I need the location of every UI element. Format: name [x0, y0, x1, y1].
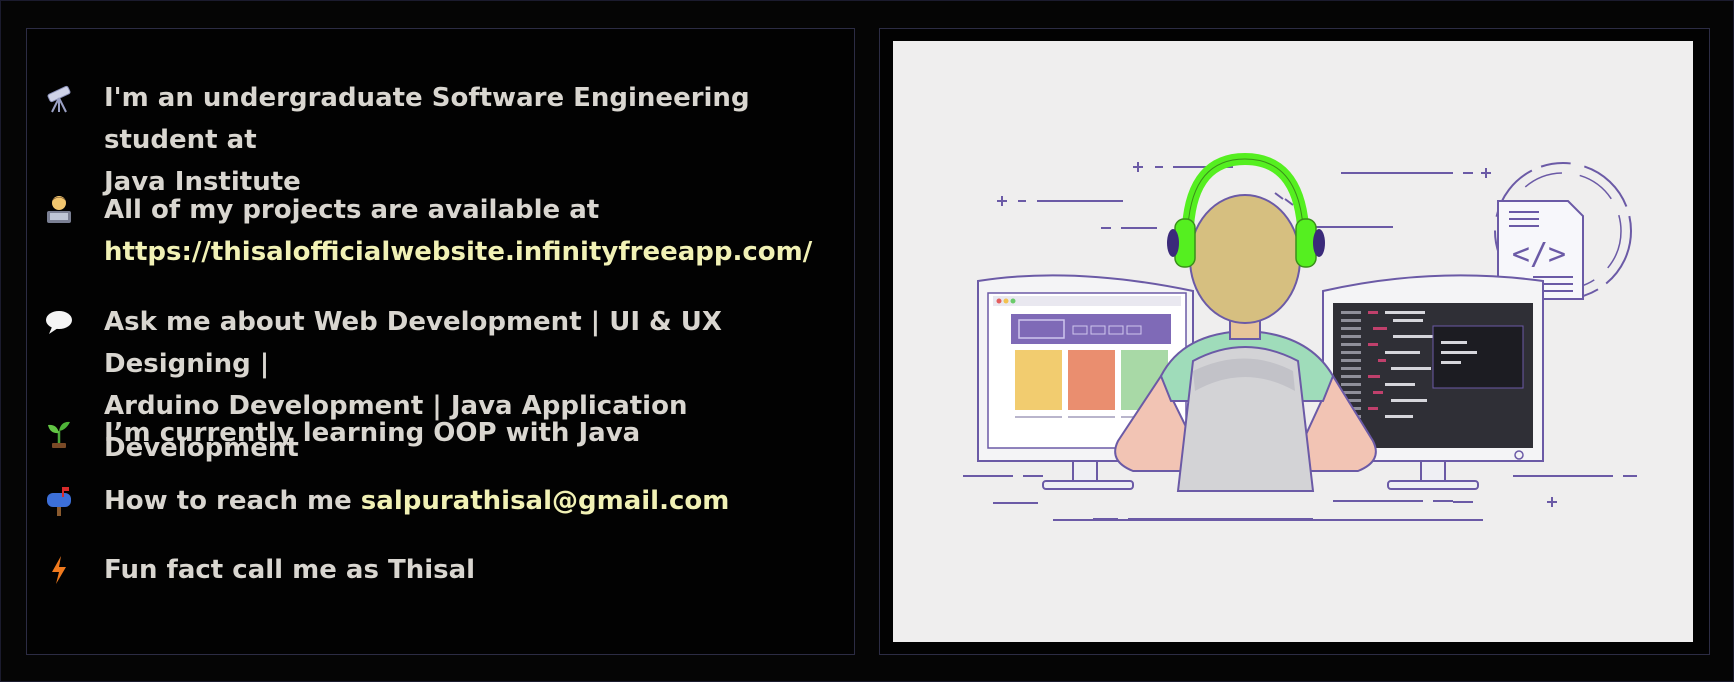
mailbox-icon	[42, 484, 76, 518]
fun-fact-text: Fun fact call me as Thisal	[104, 555, 476, 585]
learning-text: I’m currently learning OOP with Java	[104, 418, 641, 448]
contact-text: How to reach me	[104, 486, 361, 516]
speech-bubble-icon	[42, 305, 76, 339]
developer-illustration: </>	[893, 41, 1693, 642]
list-item-fun-fact: Fun fact call me as Thisal	[27, 549, 854, 591]
ask-me-text-line1: Ask me about Web Development | UI & UX D…	[104, 307, 722, 379]
email-link[interactable]: salpurathisal@gmail.com	[361, 486, 730, 516]
readme-frame: I'm an undergraduate Software Engineerin…	[0, 0, 1734, 682]
education-text-line1: I'm an undergraduate Software Engineerin…	[104, 83, 750, 155]
seedling-icon	[42, 416, 76, 450]
list-item-ask-me: Ask me about Web Development | UI & UX D…	[27, 301, 854, 463]
telescope-icon	[42, 81, 76, 115]
projects-text: All of my projects are available at	[104, 195, 600, 225]
projects-link[interactable]: https://thisalofficialwebsite.infinityfr…	[104, 231, 844, 273]
technologist-icon	[42, 193, 76, 227]
lightning-icon	[42, 553, 76, 587]
list-item-projects: All of my projects are available at http…	[27, 189, 854, 273]
list-item-contact: How to reach me salpurathisal@gmail.com	[27, 480, 854, 522]
list-item-education: I'm an undergraduate Software Engineerin…	[27, 77, 854, 197]
code-badge-text: </>	[1512, 237, 1566, 272]
list-item-learning: I’m currently learning OOP with Java	[27, 412, 854, 454]
illustration-panel: </>	[879, 28, 1710, 655]
about-panel: I'm an undergraduate Software Engineerin…	[26, 28, 855, 655]
